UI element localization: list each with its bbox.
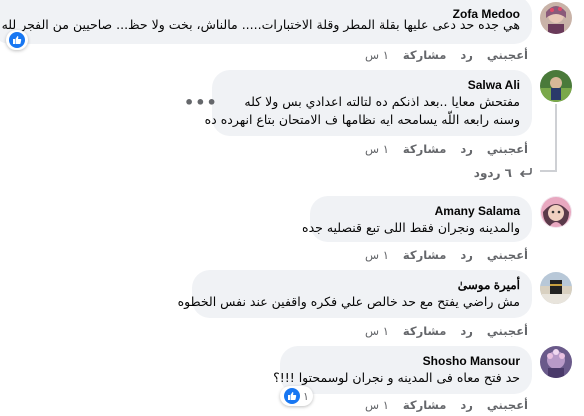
reaction-count: ١	[303, 389, 309, 403]
comment-bubble: Salwa Ali مفتحش معايا ..بعد اذنكم ده لتا…	[204, 70, 532, 136]
avatar[interactable]	[540, 272, 572, 304]
thread-line	[555, 104, 557, 170]
comment-time[interactable]: ١ س	[365, 398, 389, 412]
avatar-image	[540, 196, 572, 228]
avatar[interactable]	[540, 346, 572, 378]
comment-bubble: Shosho Mansour حد فتح معاه فى المدينه و …	[273, 346, 532, 394]
comment-author[interactable]: Shosho Mansour	[292, 353, 520, 369]
comment-bubble: Zofa Medoo هي جده حد دعى عليها بقلة المط…	[0, 0, 532, 44]
comment-text: والمدينه ونجران فقط اللى تبع قنصليه جده	[302, 220, 520, 235]
comment-actions: أعجبني رد مشاركة ١ س	[365, 142, 528, 156]
reply-button[interactable]: رد	[460, 248, 473, 262]
share-button[interactable]: مشاركة	[403, 248, 446, 262]
reply-button[interactable]: رد	[460, 324, 473, 338]
like-button[interactable]: أعجبني	[487, 248, 528, 262]
thread-curve	[540, 170, 557, 172]
comment-text: حد فتح معاه فى المدينه و نجران لوسمحتوا …	[273, 370, 520, 385]
replies-count: ٦ ردود	[473, 166, 512, 180]
share-button[interactable]: مشاركة	[403, 142, 446, 156]
avatar-image	[540, 70, 572, 102]
avatar[interactable]	[540, 2, 572, 34]
avatar-image	[540, 272, 572, 304]
comment-text: مش راضي يفتح مع حد خالص علي فكره واقفين …	[177, 294, 520, 309]
comment-text: هي جده حد دعى عليها بقلة المطر وقلة الاخ…	[0, 17, 520, 32]
avatar[interactable]	[540, 196, 572, 228]
like-button[interactable]: أعجبني	[487, 324, 528, 338]
comment-text-line-2: وسنه رابعه اللّه يسامحه ايه نظامها ف الا…	[204, 112, 520, 127]
comment-actions: أعجبني رد مشاركة ١ س	[365, 398, 528, 412]
more-options-icon[interactable]: •••	[184, 95, 218, 111]
comment-actions: أعجبني رد مشاركة ١ س	[365, 248, 528, 262]
comment-time[interactable]: ١ س	[365, 248, 389, 262]
reply-button[interactable]: رد	[460, 48, 473, 62]
like-icon	[9, 32, 25, 48]
reply-button[interactable]: رد	[460, 398, 473, 412]
reply-button[interactable]: رد	[460, 142, 473, 156]
reply-arrow-icon	[518, 166, 532, 180]
comment-author[interactable]: Amany Salama	[322, 203, 520, 219]
comment-time[interactable]: ١ س	[365, 48, 389, 62]
reaction-badge[interactable]: ١	[280, 386, 313, 406]
comment-author[interactable]: أميرة موسىٰ	[204, 277, 520, 293]
comment-bubble: أميرة موسىٰ مش راضي يفتح مع حد خالص علي …	[177, 270, 532, 318]
reaction-badge[interactable]	[6, 30, 28, 50]
share-button[interactable]: مشاركة	[403, 48, 446, 62]
avatar[interactable]	[540, 70, 572, 102]
comment-text-line-1: مفتحش معايا ..بعد اذنكم ده لتالته اعدادي…	[244, 94, 520, 109]
share-button[interactable]: مشاركة	[403, 324, 446, 338]
comment-bubble: Amany Salama والمدينه ونجران فقط اللى تب…	[302, 196, 532, 242]
avatar-image	[540, 2, 572, 34]
comment-time[interactable]: ١ س	[365, 142, 389, 156]
like-button[interactable]: أعجبني	[487, 398, 528, 412]
comment-actions: أعجبني رد مشاركة ١ س	[365, 48, 528, 62]
like-button[interactable]: أعجبني	[487, 48, 528, 62]
view-replies-link[interactable]: ٦ ردود	[474, 166, 532, 180]
comment-time[interactable]: ١ س	[365, 324, 389, 338]
avatar-image	[540, 346, 572, 378]
share-button[interactable]: مشاركة	[403, 398, 446, 412]
comment-author[interactable]: Salwa Ali	[224, 77, 520, 93]
like-icon	[284, 388, 300, 404]
like-button[interactable]: أعجبني	[487, 142, 528, 156]
comment-actions: أعجبني رد مشاركة ١ س	[365, 324, 528, 338]
